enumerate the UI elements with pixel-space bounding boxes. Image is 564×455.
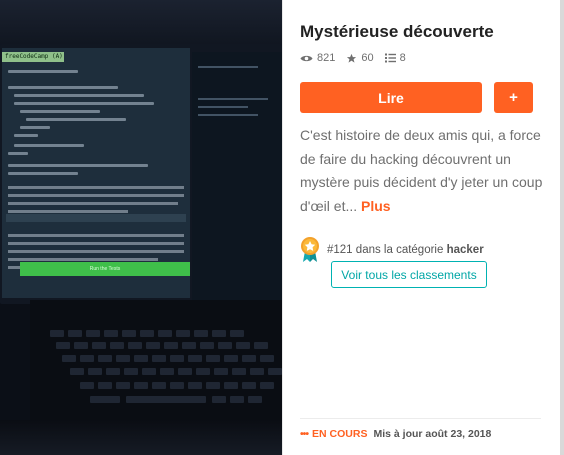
reads-count: 821 [317,52,336,64]
cover-keyboard [30,300,282,430]
view-all-rankings-button[interactable]: Voir tous les classements [331,261,487,288]
votes-count: 60 [361,52,374,64]
status-badge: EN COURS [312,428,368,440]
ranking-category[interactable]: hacker [447,244,484,256]
parts-count: 8 [399,52,406,64]
parts-stat: 8 [384,52,406,64]
status-dots: ••• [300,428,309,440]
more-link[interactable]: Plus [361,198,391,214]
add-to-list-button[interactable]: + [494,82,533,113]
list-icon [384,53,396,63]
ranking-text: dans la catégorie [355,243,444,256]
updated-date: Mis à jour août 23, 2018 [373,428,492,440]
cover-screen-code: freeCodeCamp (A) [2,48,190,298]
reads-stat: 821 [300,52,335,64]
description-text: C'est histoire de deux amis qui, a force… [300,127,543,214]
cover-run-tests-bar: Run the Tests [20,262,190,276]
star-icon [347,53,357,63]
footer-divider [300,418,541,419]
story-title[interactable]: Mystérieuse découverte [300,22,494,42]
eye-icon [300,55,313,61]
story-cover-image[interactable]: freeCodeCamp (A) Run the Tests [0,0,282,455]
cover-screen-tab: freeCodeCamp (A) [2,52,64,62]
story-stats: 821 60 8 [300,52,417,64]
cover-bottom [0,420,282,455]
story-footer: ••• EN COURS Mis à jour août 23, 2018 [300,428,491,440]
ranking-info: #121 dans la catégorie hacker [300,236,484,263]
votes-stat: 60 [346,52,374,64]
story-description: C'est histoire de deux amis qui, a force… [300,124,548,218]
ranking-position: #121 [327,243,353,256]
ranking-badge-icon [301,237,319,262]
story-info-panel: Mystérieuse découverte 821 60 8 Lire + C… [282,0,560,455]
page-edge [560,0,564,455]
read-button[interactable]: Lire [300,82,482,113]
cover-screen-preview [192,52,282,302]
